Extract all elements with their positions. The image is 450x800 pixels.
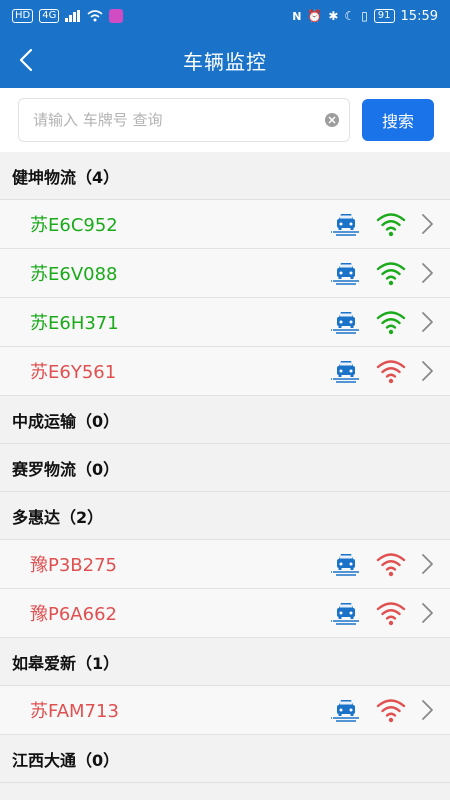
vehicle-plate: 苏E6Y561 [30, 362, 117, 383]
bluetooth-icon: ✱ [328, 9, 339, 23]
group-header[interactable]: 江西大通（0） [0, 735, 450, 783]
signal-status-icon [376, 210, 406, 238]
group-header[interactable]: 中成运输（0） [0, 396, 450, 444]
signal-status-icon [376, 308, 406, 336]
search-bar: 搜索 [0, 88, 450, 152]
vehicle-row[interactable]: 豫P3B275 [0, 540, 450, 589]
vehicle-plate: 苏E6V088 [30, 264, 118, 285]
vehicle-row[interactable]: 苏E6V088 [0, 249, 450, 298]
status-bar: HD 4G N ⏰ ✱ ☾ ▯ 91 15:59 [0, 0, 450, 32]
signal-status-icon [376, 599, 406, 627]
alarm-icon: ⏰ [307, 9, 323, 23]
vehicle-plate: 苏FAM713 [30, 701, 119, 722]
group-header[interactable]: 恒宇物流（1） [0, 783, 450, 800]
vehicle-plate: 豫P3B275 [30, 555, 118, 576]
network-badge: 4G [39, 9, 60, 23]
car-icon[interactable] [330, 306, 362, 338]
chevron-right-icon[interactable] [420, 699, 434, 721]
group-header[interactable]: 多惠达（2） [0, 492, 450, 540]
vehicle-row[interactable]: 苏E6H371 [0, 298, 450, 347]
signal-status-icon [376, 550, 406, 578]
chevron-right-icon[interactable] [420, 360, 434, 382]
car-icon[interactable] [330, 597, 362, 629]
chevron-right-icon[interactable] [420, 553, 434, 575]
vehicle-row[interactable]: 豫P6A662 [0, 589, 450, 638]
car-icon[interactable] [330, 548, 362, 580]
car-icon[interactable] [330, 208, 362, 240]
signal-status-icon [376, 357, 406, 385]
car-icon[interactable] [330, 257, 362, 289]
car-icon[interactable] [330, 694, 362, 726]
status-right: N ⏰ ✱ ☾ ▯ 91 15:59 [292, 9, 438, 24]
hd-badge: HD [12, 9, 34, 23]
group-header[interactable]: 赛罗物流（0） [0, 444, 450, 492]
clear-icon[interactable] [325, 113, 339, 127]
vehicle-plate: 苏E6C952 [30, 215, 118, 236]
vehicle-list: 健坤物流（4） 苏E6C952 苏E6V088 苏E6H371 苏E6Y561 中成运输（… [0, 152, 450, 800]
chevron-right-icon[interactable] [420, 311, 434, 333]
group-header[interactable]: 如皋爱新（1） [0, 638, 450, 686]
vehicle-row[interactable]: 苏FAM713 [0, 686, 450, 735]
group-header[interactable]: 健坤物流（4） [0, 152, 450, 200]
vehicle-plate: 豫P6A662 [30, 604, 117, 625]
chevron-right-icon[interactable] [420, 602, 434, 624]
nfc-icon: N [292, 9, 302, 23]
chevron-left-icon [19, 48, 33, 72]
app-notification-icon [109, 9, 124, 23]
signal-icon [65, 10, 81, 22]
page-title: 车辆监控 [183, 49, 267, 74]
wifi-status-icon [87, 10, 103, 22]
vehicle-row[interactable]: 苏E6Y561 [0, 347, 450, 396]
search-box [18, 98, 350, 142]
vehicle-row[interactable]: 苏E6C952 [0, 200, 450, 249]
signal-status-icon [376, 259, 406, 287]
clock: 15:59 [400, 8, 438, 24]
signal-status-icon [376, 696, 406, 724]
moon-icon: ☾ [344, 9, 356, 23]
search-input[interactable] [33, 111, 325, 129]
app-header: 车辆监控 [0, 32, 450, 88]
battery-indicator: 91 [373, 9, 395, 23]
chevron-right-icon[interactable] [420, 213, 434, 235]
search-button[interactable]: 搜索 [362, 99, 434, 141]
vehicle-plate: 苏E6H371 [30, 313, 119, 334]
back-button[interactable] [10, 44, 42, 76]
chevron-right-icon[interactable] [420, 262, 434, 284]
vibrate-icon: ▯ [361, 9, 368, 23]
car-icon[interactable] [330, 355, 362, 387]
status-left: HD 4G [12, 9, 124, 23]
